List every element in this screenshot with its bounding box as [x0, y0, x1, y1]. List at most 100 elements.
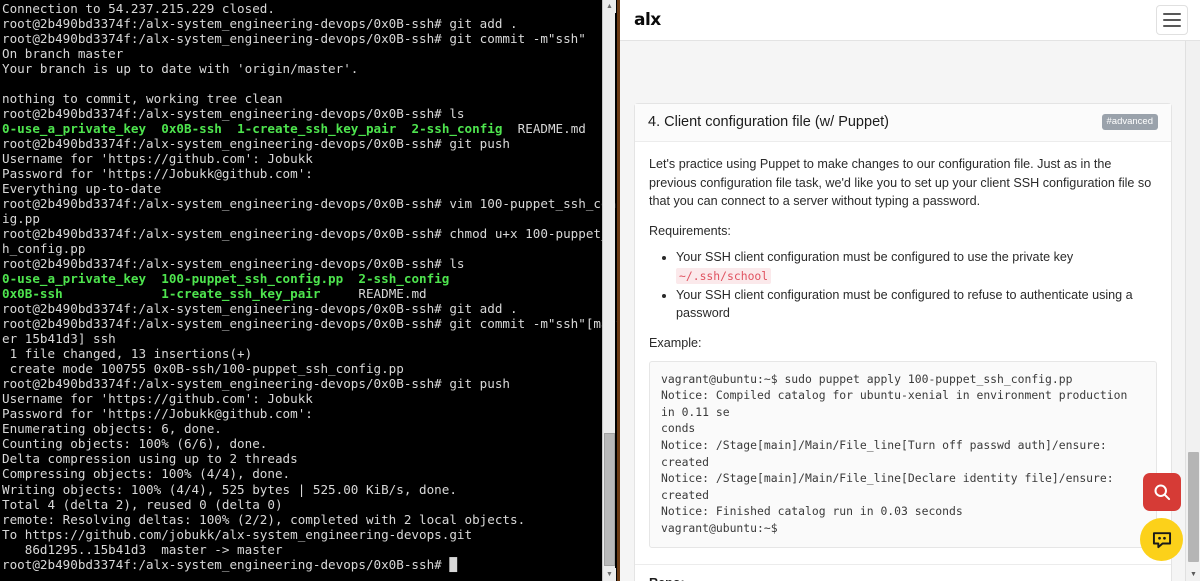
terminal-line: root@2b490bd3374f:/alx-system_engineerin…: [2, 226, 617, 241]
terminal-directory: 0-use_a_private_key: [2, 121, 147, 137]
terminal-line: remote: Resolving deltas: 100% (2/2), co…: [2, 512, 604, 527]
terminal-line: root@2b490bd3374f:/alx-system_engineerin…: [2, 31, 604, 46]
requirement-text: Your SSH client configuration must be co…: [676, 287, 1133, 321]
terminal-text: Password for 'https://Jobukk@github.com'…: [2, 406, 313, 422]
terminal-directory: 0-use_a_private_key: [2, 271, 147, 287]
chat-fab-button[interactable]: [1140, 518, 1183, 561]
browser-scroll-down-icon[interactable]: ▼: [1186, 567, 1200, 581]
terminal-text: root@2b490bd3374f:/alx-system_engineerin…: [2, 136, 510, 152]
terminal-directory: 1-create_ssh_key_pair: [237, 121, 397, 137]
terminal-line: Username for 'https://github.com': Jobuk…: [2, 391, 604, 406]
terminal-directory: 2-ssh_config: [411, 121, 503, 137]
repo-label: Repo:: [649, 576, 1157, 581]
terminal-text: ig.pp: [2, 211, 40, 227]
browser-scroll-thumb[interactable]: [1188, 452, 1199, 562]
terminal-line: On branch master: [2, 46, 604, 61]
example-label: Example:: [649, 336, 702, 351]
terminal-line: Connection to 54.237.215.229 closed.: [2, 1, 604, 16]
inline-code: ~/.ssh/school: [676, 267, 772, 284]
hamburger-menu-icon[interactable]: [1156, 5, 1188, 35]
terminal-text: Username for 'https://github.com': Jobuk…: [2, 391, 313, 407]
terminal-text: root@2b490bd3374f:/alx-system_engineerin…: [2, 376, 510, 392]
terminal-output: Connection to 54.237.215.229 closed. root…: [0, 0, 617, 572]
terminal-line: Counting objects: 100% (6/6), done.: [2, 436, 604, 451]
chat-icon: [1152, 531, 1171, 548]
search-fab-button[interactable]: [1143, 473, 1181, 511]
terminal-line: To https://github.com/jobukk/alx-system_…: [2, 527, 604, 542]
terminal-text: Username for 'https://github.com': Jobuk…: [2, 151, 313, 167]
terminal-text: Compressing objects: 100% (4/4), done.: [2, 466, 291, 482]
browser-window: Done! Check your code >_ Get a sandbox 4…: [620, 0, 1200, 581]
terminal-text: er 15b41d3] ssh: [2, 331, 116, 347]
terminal-text: remote: Resolving deltas: 100% (2/2), co…: [2, 511, 526, 527]
terminal-text: root@2b490bd3374f:/alx-system_engineerin…: [2, 256, 465, 272]
terminal-scrollbar[interactable]: ▲ ▼: [602, 0, 616, 581]
terminal-scroll-down-icon[interactable]: ▼: [603, 568, 616, 581]
terminal-line: Your branch is up to date with 'origin/m…: [2, 61, 604, 76]
terminal-line: root@2b490bd3374f:/alx-system_engineerin…: [2, 196, 617, 211]
terminal-line: Enumerating objects: 6, done.: [2, 421, 604, 436]
terminal-text: h_config.pp: [2, 241, 86, 257]
task-card: 4. Client configuration file (w/ Puppet)…: [634, 103, 1172, 581]
terminal-line: Username for 'https://github.com': Jobuk…: [2, 151, 604, 166]
requirements-label: Requirements:: [649, 223, 731, 238]
requirement-text: Your SSH client configuration must be co…: [676, 250, 1074, 264]
terminal-text: Delta compression using up to 2 threads: [2, 451, 298, 467]
terminal-text: 1 file changed, 13 insertions(+): [2, 346, 253, 362]
terminal-directory: 2-ssh_config: [358, 271, 450, 287]
terminal-text: root@2b490bd3374f:/alx-system_engineerin…: [2, 556, 457, 572]
terminal-directory: 0x0B-ssh: [161, 121, 222, 137]
app-root: Connection to 54.237.215.229 closed. root…: [0, 0, 1200, 581]
terminal-line: root@2b490bd3374f:/alx-system_engineerin…: [2, 16, 604, 31]
task-title: 4. Client configuration file (w/ Puppet): [648, 114, 889, 130]
terminal-text: root@2b490bd3374f:/alx-system_engineerin…: [2, 316, 620, 332]
terminal-text: On branch master: [2, 46, 124, 62]
terminal-line: root@2b490bd3374f:/alx-system_engineerin…: [2, 106, 604, 121]
terminal-text: Writing objects: 100% (4/4), 525 bytes |…: [2, 481, 457, 497]
terminal-text: root@2b490bd3374f:/alx-system_engineerin…: [2, 31, 586, 47]
terminal-line: Password for 'https://Jobukk@github.com'…: [2, 406, 604, 421]
requirements-list: Your SSH client configuration must be co…: [649, 248, 1157, 323]
task-difficulty-badge: #advanced: [1101, 114, 1158, 130]
terminal-directory: 0x0B-ssh: [2, 286, 63, 302]
terminal-window[interactable]: Connection to 54.237.215.229 closed. root…: [0, 0, 620, 581]
terminal-line: 0-use_a_private_key 0x0B-ssh 1-create_ss…: [2, 121, 604, 136]
terminal-line: root@2b490bd3374f:/alx-system_engineerin…: [2, 301, 604, 316]
terminal-scroll-up-icon[interactable]: ▲: [603, 0, 616, 13]
requirement-item: Your SSH client configuration must be co…: [676, 286, 1157, 324]
terminal-line: 86d1295..15b41d3 master -> master: [2, 542, 604, 557]
terminal-text: Total 4 (delta 2), reused 0 (delta 0): [2, 496, 283, 512]
terminal-line: root@2b490bd3374f:/alx-system_engineerin…: [2, 256, 604, 271]
terminal-line: create mode 100755 0x0B-ssh/100-puppet_s…: [2, 361, 604, 376]
terminal-text: Connection to 54.237.215.229 closed.: [2, 1, 275, 16]
browser-scrollbar[interactable]: ▼: [1185, 41, 1200, 581]
terminal-text: nothing to commit, working tree clean: [2, 91, 283, 107]
search-icon: [1154, 484, 1171, 501]
terminal-scroll-thumb[interactable]: [604, 433, 615, 566]
terminal-text: root@2b490bd3374f:/alx-system_engineerin…: [2, 301, 518, 317]
terminal-line: root@2b490bd3374f:/alx-system_engineerin…: [2, 376, 604, 391]
terminal-line: root@2b490bd3374f:/alx-system_engineerin…: [2, 557, 604, 572]
terminal-directory: 100-puppet_ssh_config.pp: [161, 271, 344, 287]
requirement-item: Your SSH client configuration must be co…: [676, 248, 1157, 286]
terminal-line: Total 4 (delta 2), reused 0 (delta 0): [2, 497, 604, 512]
terminal-line: Compressing objects: 100% (4/4), done.: [2, 466, 604, 481]
terminal-text: README.md: [320, 286, 427, 302]
terminal-text: Password for 'https://Jobukk@github.com'…: [2, 166, 313, 182]
terminal-text: Everything up-to-date: [2, 181, 162, 197]
terminal-line: er 15b41d3] ssh: [2, 331, 604, 346]
terminal-line: Delta compression using up to 2 threads: [2, 451, 604, 466]
terminal-text: Your branch is up to date with 'origin/m…: [2, 61, 359, 77]
terminal-text: Enumerating objects: 6, done.: [2, 421, 222, 437]
terminal-line: 1 file changed, 13 insertions(+): [2, 346, 604, 361]
terminal-line: Password for 'https://Jobukk@github.com'…: [2, 166, 604, 181]
terminal-line: Everything up-to-date: [2, 181, 604, 196]
alx-logo[interactable]: alx: [634, 10, 661, 30]
terminal-line: Writing objects: 100% (4/4), 525 bytes |…: [2, 482, 604, 497]
